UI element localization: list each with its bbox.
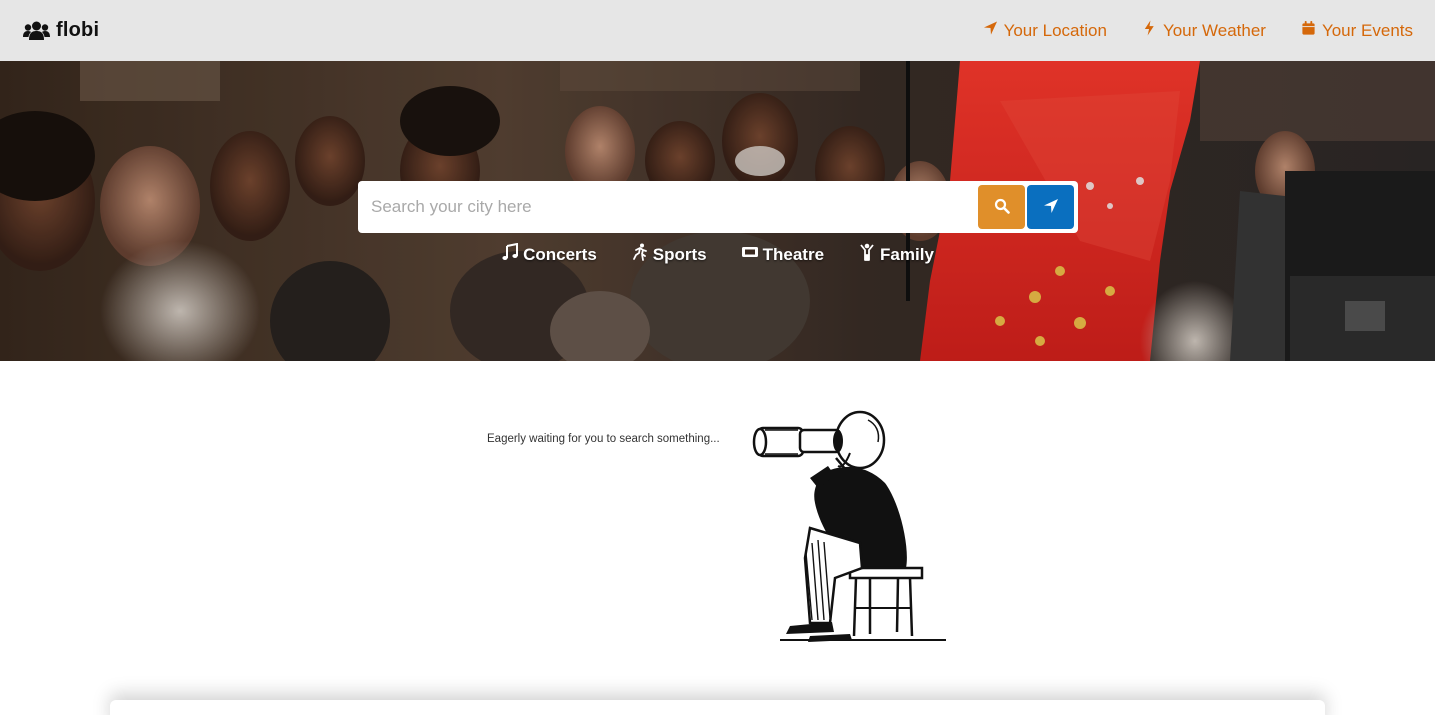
- location-arrow-icon: [1043, 198, 1059, 217]
- ticket-icon: [741, 243, 759, 266]
- nav-link-label: Your Events: [1321, 20, 1413, 40]
- category-links: Concerts Sports Theatre Family: [0, 242, 1435, 266]
- category-label: Sports: [652, 244, 707, 264]
- hero-banner: Concerts Sports Theatre Family: [0, 61, 1435, 361]
- category-label: Theatre: [762, 244, 825, 264]
- category-label: Family: [880, 244, 934, 264]
- nav-link-label: Your Weather: [1162, 20, 1266, 40]
- brand-logo[interactable]: flobi: [23, 19, 99, 42]
- search-button[interactable]: [978, 185, 1025, 229]
- calendar-icon: [1301, 20, 1316, 41]
- bolt-icon: [1142, 20, 1157, 41]
- users-icon: [23, 21, 50, 41]
- brand-name: flobi: [56, 19, 100, 41]
- results-panel: [110, 700, 1325, 715]
- top-navbar: flobi Your Location Your Weather Your Ev…: [0, 0, 1435, 61]
- nav-links: Your Location Your Weather Your Events: [983, 20, 1413, 41]
- category-concerts[interactable]: Concerts: [501, 242, 597, 266]
- man-with-binoculars-illustration: [752, 410, 946, 642]
- nav-link-your-events[interactable]: Your Events: [1301, 20, 1413, 41]
- music-icon: [501, 242, 519, 266]
- locate-me-button[interactable]: [1027, 185, 1074, 229]
- running-icon: [631, 243, 649, 266]
- search-bar: [358, 181, 1078, 233]
- nav-link-label: Your Location: [1003, 20, 1107, 40]
- category-sports[interactable]: Sports: [631, 243, 707, 266]
- category-label: Concerts: [523, 244, 597, 264]
- category-theatre[interactable]: Theatre: [741, 243, 824, 266]
- search-icon: [994, 198, 1010, 217]
- city-search-input[interactable]: [358, 181, 978, 233]
- category-family[interactable]: Family: [858, 243, 934, 266]
- nav-link-your-location[interactable]: Your Location: [983, 20, 1107, 41]
- child-icon: [858, 243, 876, 266]
- location-arrow-icon: [983, 20, 998, 41]
- nav-link-your-weather[interactable]: Your Weather: [1142, 20, 1266, 41]
- empty-state-message: Eagerly waiting for you to search someth…: [487, 433, 720, 445]
